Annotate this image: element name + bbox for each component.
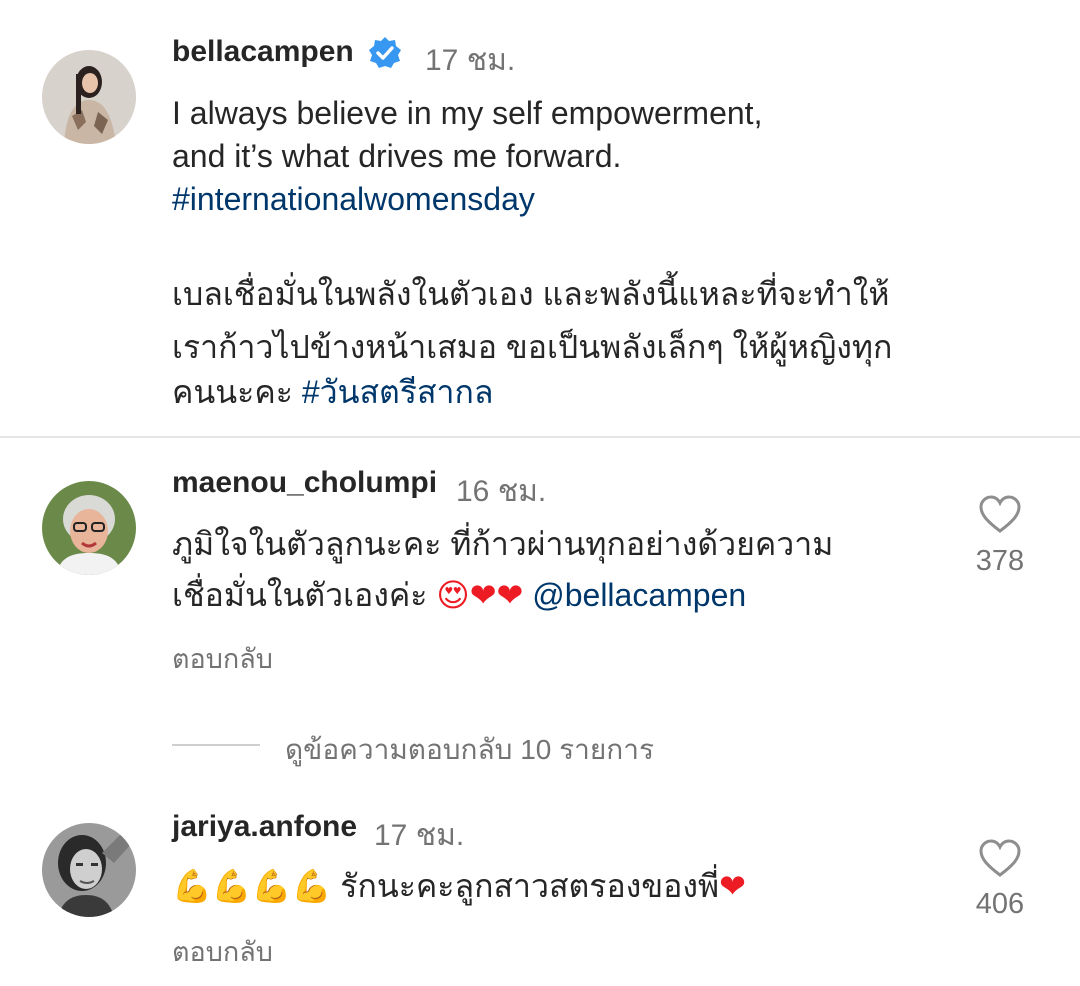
reply-button[interactable]: ตอบกลับ xyxy=(172,637,273,680)
like-heart-icon[interactable] xyxy=(978,494,1022,534)
post-author-avatar[interactable] xyxy=(42,50,136,144)
emoji-group: 😍❤❤ xyxy=(436,577,524,613)
heart-emoji: ❤ xyxy=(719,868,746,904)
view-replies-line xyxy=(172,744,260,746)
commenter-username[interactable]: jariya.anfone xyxy=(172,810,357,844)
commenter-username[interactable]: maenou_cholumpi xyxy=(172,466,437,500)
hashtag-link[interactable]: #internationalwomensday xyxy=(172,178,535,221)
mention-link[interactable]: @bellacampen xyxy=(532,577,746,613)
caption-line-last: คนนะคะ #วันสตรีสากล xyxy=(172,366,493,419)
caption-line: I always believe in my self empowerment, xyxy=(172,95,763,131)
divider xyxy=(0,436,1080,438)
view-replies-button[interactable]: ดูข้อความตอบกลับ 10 รายการ xyxy=(285,728,654,772)
comment-text-line: 💪💪💪💪 รักนะคะลูกสาวสตรองของพี่❤ xyxy=(172,860,746,913)
comment-text: รักนะคะลูกสาวสตรองของพี่ xyxy=(340,868,720,904)
comment-timestamp: 16 ชม. xyxy=(456,475,547,508)
commenter-avatar[interactable] xyxy=(42,823,136,917)
hashtag-link[interactable]: #วันสตรีสากล xyxy=(302,374,494,410)
comment-text: เชื่อมั่นในตัวเองค่ะ xyxy=(172,577,428,613)
post-timestamp: 17 ชม. xyxy=(425,44,516,77)
like-heart-icon[interactable] xyxy=(978,838,1022,878)
like-count: 406 xyxy=(975,888,1025,920)
post-author-username[interactable]: bellacampen xyxy=(172,35,354,69)
caption-line: เบลเชื่อมั่นในพลังในตัวเอง และพลังนี้แหล… xyxy=(172,276,890,312)
comment-timestamp: 17 ชม. xyxy=(374,819,465,852)
caption-line: and it’s what drives me forward. xyxy=(172,138,622,174)
caption-text: คนนะคะ xyxy=(172,374,293,410)
commenter-avatar[interactable] xyxy=(42,481,136,575)
muscle-emoji-group: 💪💪💪💪 xyxy=(172,868,332,904)
like-count: 378 xyxy=(975,545,1025,577)
reply-button[interactable]: ตอบกลับ xyxy=(172,930,273,973)
comment-text: ภูมิใจในตัวลูกนะคะ ที่ก้าวผ่านทุกอย่างด้… xyxy=(172,526,834,562)
comment-text-line2: เชื่อมั่นในตัวเองค่ะ 😍❤❤ @bellacampen xyxy=(172,569,746,622)
verified-badge-icon xyxy=(369,37,401,68)
